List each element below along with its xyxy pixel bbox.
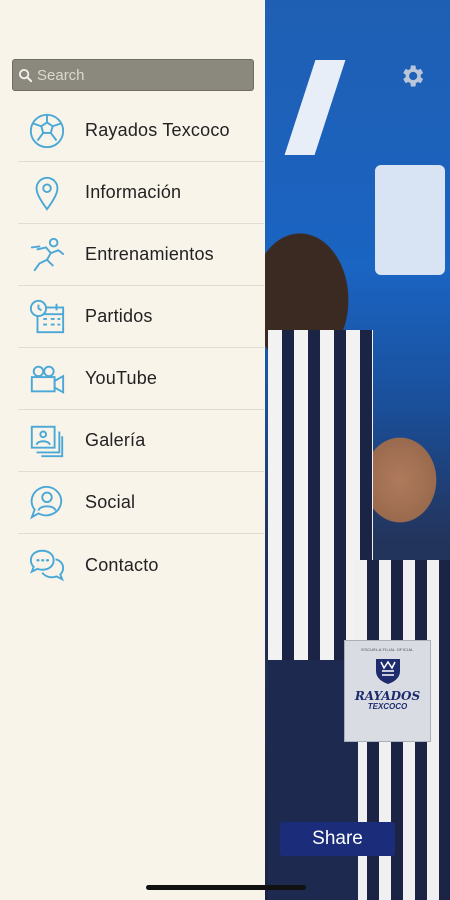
menu-item-informacion[interactable]: Información xyxy=(18,162,264,224)
menu-item-rayados-texcoco[interactable]: Rayados Texcoco xyxy=(18,100,264,162)
social-user-icon xyxy=(26,482,68,524)
menu-item-contacto[interactable]: Contacto xyxy=(18,534,264,596)
home-indicator[interactable] xyxy=(146,885,306,890)
menu-item-label: YouTube xyxy=(85,368,158,388)
menu-item-partidos[interactable]: Partidos xyxy=(18,286,264,348)
soccer-ball-icon xyxy=(26,110,68,152)
club-badge: ESCUELA FILIAL OFICIAL RAYADOS TEXCOCO xyxy=(344,640,431,742)
photo-gallery-icon xyxy=(26,420,68,462)
menu-item-label: Galería xyxy=(85,430,146,450)
chat-bubbles-icon xyxy=(26,544,68,586)
menu-item-social[interactable]: Social xyxy=(18,472,264,534)
badge-top-text: ESCUELA FILIAL OFICIAL xyxy=(361,647,414,652)
navigation-drawer: Rayados Texcoco Información Entrenamient… xyxy=(0,0,265,900)
menu-item-label: Rayados Texcoco xyxy=(85,120,230,140)
athlete-icon xyxy=(26,234,68,276)
badge-sub: TEXCOCO xyxy=(367,702,408,711)
menu-item-label: Información xyxy=(85,182,182,202)
menu-item-label: Entrenamientos xyxy=(85,244,214,264)
search-bar[interactable] xyxy=(12,59,254,91)
badge-brand: RAYADOS xyxy=(354,689,421,703)
video-camera-icon xyxy=(26,358,68,400)
menu-item-entrenamientos[interactable]: Entrenamientos xyxy=(18,224,264,286)
drawer-menu: Rayados Texcoco Información Entrenamient… xyxy=(18,100,264,596)
menu-item-youtube[interactable]: YouTube xyxy=(18,348,264,410)
menu-item-label: Social xyxy=(85,492,136,512)
search-icon xyxy=(18,68,33,82)
calendar-clock-icon xyxy=(26,296,68,338)
shield-logo-icon xyxy=(375,659,400,684)
menu-item-label: Contacto xyxy=(85,554,159,575)
share-button[interactable]: Share xyxy=(280,822,395,856)
menu-item-galeria[interactable]: Galería xyxy=(18,410,264,472)
gear-icon[interactable] xyxy=(398,62,426,90)
location-pin-icon xyxy=(26,172,68,214)
search-input[interactable] xyxy=(37,66,237,84)
menu-item-label: Partidos xyxy=(85,306,153,326)
